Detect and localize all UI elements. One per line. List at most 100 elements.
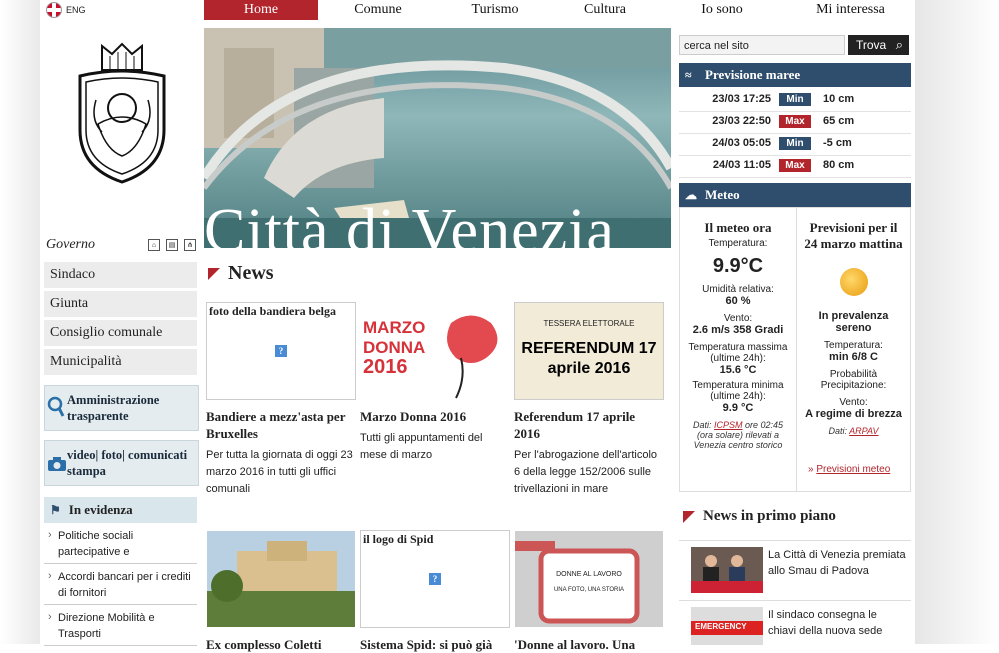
primo-piano-item[interactable]: EMERGENCY Il sindaco consegna le chiavi …	[679, 600, 911, 645]
referendum-poster-text: REFERENDUM 17 aprile 2016	[521, 340, 657, 377]
venezia-coat-of-arms-logo[interactable]	[72, 40, 172, 190]
amministrazione-trasparente-box[interactable]: Amministrazione trasparente	[44, 385, 199, 431]
search-input[interactable]: cerca nel sito	[679, 35, 845, 55]
broken-image-icon: ?	[275, 345, 287, 357]
language-switch[interactable]: ENG	[46, 2, 86, 18]
tide-row: 23/03 22:50 Max 65 cm	[679, 111, 911, 134]
governo-label: Governo	[46, 237, 95, 252]
in-evidenza-panel: ⚑ In evidenza Politiche sociali partecip…	[44, 497, 197, 646]
hero-banner[interactable]: Città di Venezia	[204, 28, 671, 248]
primo-piano-header: News in primo piano	[683, 508, 836, 525]
previsioni-meteo-row[interactable]: » Previsioni meteo	[808, 464, 890, 475]
forecast-temp-label: Temperatura:	[824, 340, 883, 351]
news-card[interactable]: foto della bandiera belga ? Bandiere a m…	[206, 302, 356, 498]
news-card-title[interactable]: 'Donne al lavoro. Una	[514, 636, 664, 653]
nav-home[interactable]: Home	[204, 0, 318, 20]
search-button-label: Trova	[856, 38, 887, 52]
maree-title: Previsione maree	[705, 67, 801, 82]
in-evidenza-header: ⚑ In evidenza	[44, 497, 197, 523]
nav-turismo[interactable]: Turismo	[438, 0, 552, 20]
news-card[interactable]: TESSERA ELETTORALE REFERENDUM 17 aprile …	[514, 302, 664, 498]
tide-type: Min	[779, 137, 811, 150]
meteo-now: Il meteo ora Temperatura: 9.9°C Umidità …	[680, 208, 796, 450]
primo-piano-text[interactable]: Il sindaco consegna le chiavi della nuov…	[768, 607, 908, 639]
corner-marker-icon	[683, 510, 695, 523]
news-card-image: il logo di Spid ?	[360, 530, 510, 628]
news-card[interactable]: DONNE AL LAVORO UNA FOTO, UNA STORIA 'Do…	[514, 530, 664, 653]
image-alt-text: il logo di Spid	[363, 532, 434, 546]
nav-io-sono[interactable]: Io sono	[658, 0, 786, 20]
nav-mi-interessa[interactable]: Mi interessa	[786, 0, 915, 20]
tide-value: 80 cm	[823, 159, 855, 171]
broken-image-icon: ?	[429, 573, 441, 585]
news-card-text: Per tutta la giornata di oggi 23 marzo 2…	[206, 449, 353, 495]
tide-time: 24/03 11:05	[712, 159, 771, 171]
forecast-temp: min 6/8 C	[829, 351, 878, 363]
evidenza-item[interactable]: Politiche sociali partecipative e	[44, 523, 197, 564]
forecast-wind-label: Vento:	[839, 397, 868, 408]
poster-title: DONNE AL LAVORO	[556, 571, 622, 578]
marzo-donna-poster: MARZO DONNA 2016	[361, 303, 509, 399]
award-photo	[691, 547, 763, 593]
source-prefix: Dati:	[692, 420, 712, 430]
tide-time: 23/03 22:50	[712, 115, 771, 127]
tmax-value: 15.6 °C	[719, 364, 757, 376]
governo-menu: Sindaco Giunta Consiglio comunale Munici…	[44, 262, 197, 378]
video-foto-comunicati-box[interactable]: video| foto| comunicati stampa	[44, 440, 199, 486]
tmax-label: Temperatura massima (ultime 24h):	[688, 342, 788, 364]
svg-text:2016: 2016	[363, 356, 408, 378]
news-card-title[interactable]: Bandiere a mezz'asta per Bruxelles	[206, 408, 356, 442]
referendum-subtitle: TESSERA ELETTORALE	[543, 319, 635, 328]
page-shadow-left	[0, 0, 40, 644]
hero-title: Città di Venezia	[204, 197, 615, 248]
emergency-sign-text: EMERGENCY	[695, 622, 747, 631]
evidenza-item[interactable]: Direzione Mobilità e Trasporti	[44, 605, 197, 646]
menu-item-consiglio-comunale[interactable]: Consiglio comunale	[44, 320, 197, 346]
previsioni-meteo-link[interactable]: Previsioni meteo	[816, 464, 890, 475]
search-button[interactable]: Trova ⌕	[848, 35, 909, 55]
source-prefix: Dati:	[828, 426, 847, 436]
meteo-title: Meteo	[705, 187, 740, 202]
news-card[interactable]: Ex complesso Coletti	[206, 530, 356, 653]
news-card-title[interactable]: Ex complesso Coletti	[206, 636, 356, 653]
cloud-icon: ☁	[685, 188, 697, 202]
amministrazione-trasparente-label: Amministrazione trasparente	[67, 393, 160, 423]
svg-text:MARZO: MARZO	[363, 318, 425, 337]
forecast-title: Previsioni per il 24 marzo mattina	[804, 220, 903, 251]
news-card-title[interactable]: Sistema Spid: si può già	[360, 636, 510, 653]
news-card-image: TESSERA ELETTORALE REFERENDUM 17 aprile …	[514, 302, 664, 400]
print-icon[interactable]: ▤	[166, 239, 178, 251]
tide-time: 23/03 17:25	[712, 93, 771, 105]
news-card-title[interactable]: Referendum 17 aprile 2016	[514, 408, 664, 442]
coletti-building-photo	[207, 531, 355, 627]
donne-al-lavoro-poster	[515, 531, 663, 627]
tide-type: Max	[779, 115, 811, 128]
sitemap-icon[interactable]: ⋔	[184, 239, 196, 251]
tide-type: Max	[779, 159, 811, 172]
news-card-image: DONNE AL LAVORO UNA FOTO, UNA STORIA	[514, 530, 664, 628]
wind-value: 2.6 m/s 358 Gradi	[692, 324, 784, 336]
svg-text:DONNA: DONNA	[363, 338, 425, 357]
news-card-text: Per l'abrogazione dell'articolo 6 della …	[514, 449, 658, 495]
news-card[interactable]: MARZO DONNA 2016 Marzo Donna 2016 Tutti …	[360, 302, 510, 464]
menu-item-municipalita[interactable]: Municipalità	[44, 349, 197, 375]
news-card-text: Tutti gli appuntamenti del mese di marzo	[360, 432, 483, 461]
home-icon[interactable]: ⌂	[148, 239, 160, 251]
menu-item-giunta[interactable]: Giunta	[44, 291, 197, 317]
primo-piano-item[interactable]: La Città di Venezia premiata allo Smau d…	[679, 540, 911, 599]
news-card[interactable]: il logo di Spid ? Sistema Spid: si può g…	[360, 530, 510, 653]
waves-icon: ≈	[685, 68, 692, 82]
primo-piano-text[interactable]: La Città di Venezia premiata allo Smau d…	[768, 547, 908, 579]
nav-comune[interactable]: Comune	[318, 0, 438, 20]
news-header: News	[208, 262, 274, 285]
nav-cultura[interactable]: Cultura	[552, 0, 658, 20]
icpsm-link[interactable]: ICPSM	[714, 420, 743, 430]
arpav-link[interactable]: ARPAV	[849, 426, 878, 436]
precipitation-label: Probabilità Precipitazione:	[820, 369, 887, 391]
news-card-image: MARZO DONNA 2016	[360, 302, 510, 400]
news-card-title[interactable]: Marzo Donna 2016	[360, 408, 510, 425]
evidenza-item[interactable]: Accordi bancari per i crediti di fornito…	[44, 564, 197, 605]
tide-type: Min	[779, 93, 811, 106]
menu-item-sindaco[interactable]: Sindaco	[44, 262, 197, 288]
primo-piano-title: News in primo piano	[703, 508, 836, 524]
